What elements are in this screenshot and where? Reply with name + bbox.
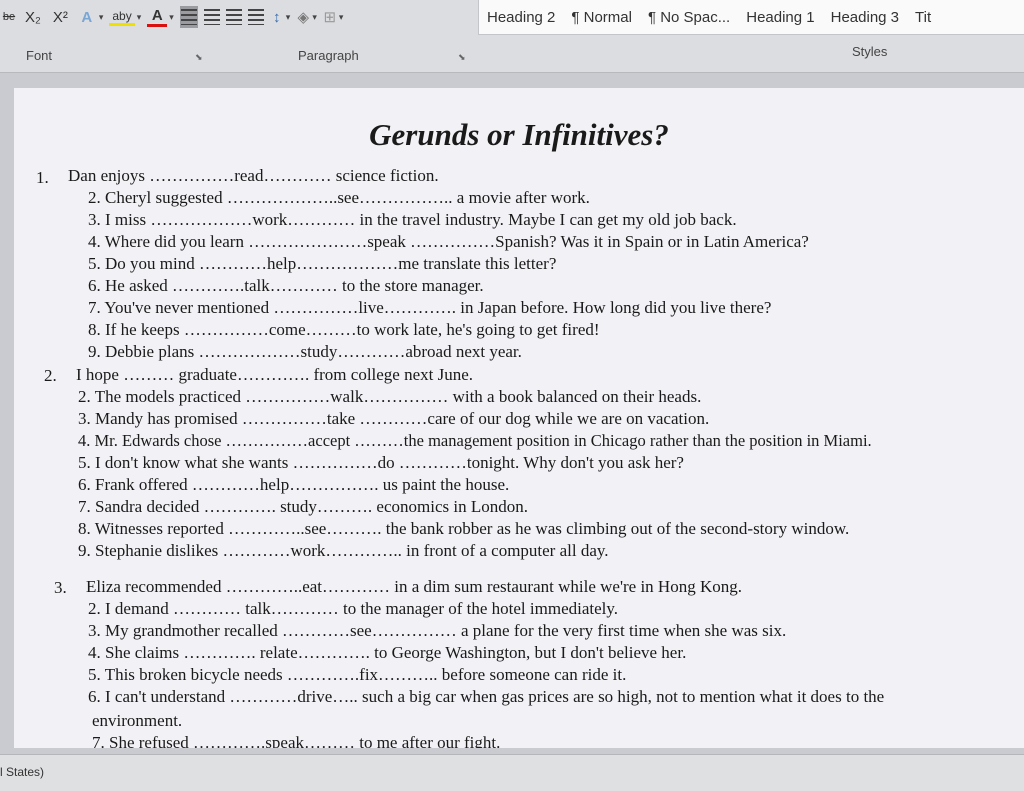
list-item: 8. Witnesses reported …………..see………. the … — [78, 519, 850, 538]
list-item: 7. Sandra decided …………. study………. econom… — [78, 497, 528, 516]
line-spacing-icon[interactable]: ↕ — [270, 9, 284, 26]
document-title: Gerunds or Infinitives? — [369, 117, 669, 152]
chevron-down-icon[interactable]: ▾ — [312, 12, 317, 23]
shading-icon[interactable]: ◈ — [296, 8, 310, 26]
ribbon: be X₂ X² A ▾ aby ▾ A ▾ ↕ ▾ ◈ ▾ ⊞ ▾ Headi… — [0, 0, 1024, 73]
text-effects-button[interactable]: A — [77, 9, 97, 26]
list-item: Dan enjoys ……………read………… science fiction… — [68, 166, 439, 185]
chevron-down-icon[interactable]: ▾ — [169, 12, 174, 23]
font-group-label: Font — [26, 48, 53, 63]
list-item: 4. She claims …………. relate…………. to Georg… — [88, 643, 687, 662]
chevron-down-icon[interactable]: ▾ — [286, 12, 291, 23]
list-item: 5. This broken bicycle needs ………….fix………… — [88, 665, 627, 684]
list-item: 2. I demand ………… talk………… to the manager… — [88, 599, 619, 618]
list-item: 3. My grandmother recalled …………see…………… … — [88, 621, 787, 640]
list-item: 6. Frank offered …………help……………. us paint… — [78, 475, 510, 494]
style-heading-1[interactable]: Heading 1 — [738, 9, 822, 26]
list-item: 4. Mr. Edwards chose ……………accept ………the … — [78, 431, 872, 450]
list-item: 9. Stephanie dislikes …………work………….. in … — [78, 541, 609, 560]
styles-gallery[interactable]: Heading 2 ¶ Normal ¶ No Spac... Heading … — [478, 0, 1024, 35]
style-heading-2[interactable]: Heading 2 — [479, 9, 563, 26]
subscript-button[interactable]: X₂ — [22, 9, 44, 26]
style-title[interactable]: Tit — [907, 9, 939, 26]
list-item: 2. Cheryl suggested ………………..see…………….. a… — [88, 188, 590, 207]
align-center-button[interactable] — [203, 9, 220, 25]
list-item: 4. Where did you learn …………………speak …………… — [88, 232, 809, 251]
list-number: 1. — [36, 168, 49, 187]
list-number: 3. — [54, 578, 67, 597]
list-item: 7. She refused ………….speak……… to me after… — [92, 733, 501, 748]
language-status[interactable]: l States) — [0, 765, 44, 779]
list-item: 2. The models practiced ……………walk…………… w… — [78, 387, 702, 406]
superscript-button[interactable]: X² — [50, 9, 71, 26]
status-bar: l States) — [0, 754, 1024, 791]
list-item: I hope ……… graduate…………. from college ne… — [76, 365, 474, 384]
list-item: 8. If he keeps ……………come………to work late,… — [88, 320, 600, 339]
document-page[interactable]: Gerunds or Infinitives? 1. Dan enjoys ……… — [14, 88, 1024, 748]
list-item: 6. He asked ………….talk………… to the store m… — [88, 276, 484, 295]
list-item: 5. Do you mind …………help………………me translat… — [88, 254, 557, 273]
font-color-button[interactable]: A — [147, 7, 168, 27]
align-left-button[interactable] — [179, 6, 198, 28]
highlight-color-button[interactable]: aby — [109, 9, 135, 26]
list-item: Eliza recommended …………..eat………… in a dim… — [86, 577, 742, 596]
list-item: 3. Mandy has promised ……………take …………care… — [78, 409, 710, 428]
font-dialog-launcher-icon[interactable]: ⬊ — [195, 52, 203, 63]
style-normal[interactable]: ¶ Normal — [563, 9, 640, 26]
chevron-down-icon[interactable]: ▾ — [99, 12, 104, 23]
styles-group-label: Styles — [852, 44, 888, 59]
font-toolbar-row: be X₂ X² A ▾ aby ▾ A ▾ ↕ ▾ ◈ ▾ ⊞ ▾ — [0, 0, 480, 34]
style-heading-3[interactable]: Heading 3 — [823, 9, 907, 26]
borders-icon[interactable]: ⊞ — [323, 8, 337, 26]
justify-button[interactable] — [247, 9, 264, 25]
chevron-down-icon[interactable]: ▾ — [137, 12, 142, 23]
list-item: 3. I miss ………………work………… in the travel i… — [88, 210, 737, 229]
style-no-spacing[interactable]: ¶ No Spac... — [640, 9, 738, 26]
list-item: 7. You've never mentioned ……………live………….… — [88, 298, 772, 317]
list-number: 2. — [44, 366, 57, 385]
align-right-button[interactable] — [225, 9, 242, 25]
list-item: 9. Debbie plans ………………study…………abroad ne… — [88, 342, 522, 361]
strikethrough-button[interactable]: be — [2, 11, 16, 23]
list-item: 6. I can't understand …………drive….. such … — [88, 687, 885, 706]
list-item: 5. I don't know what she wants ……………do …… — [78, 453, 684, 472]
paragraph-dialog-launcher-icon[interactable]: ⬊ — [458, 52, 466, 63]
list-item: environment. — [92, 711, 183, 730]
chevron-down-icon[interactable]: ▾ — [339, 12, 344, 23]
paragraph-group-label: Paragraph — [298, 48, 359, 63]
